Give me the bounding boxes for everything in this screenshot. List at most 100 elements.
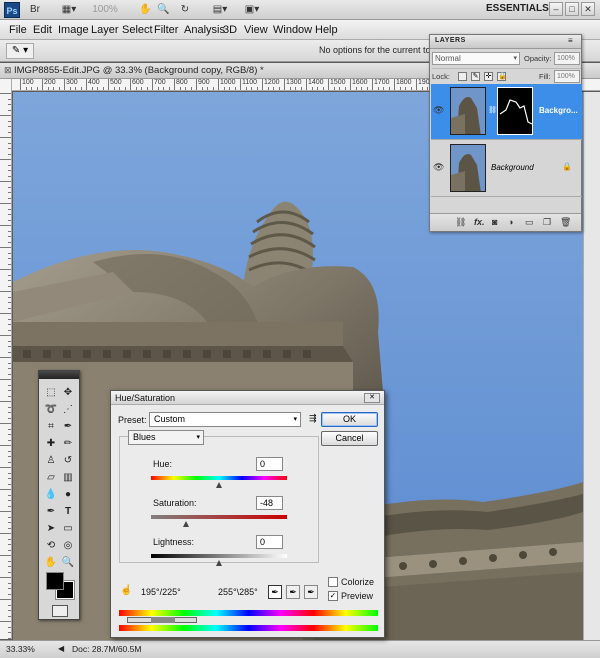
fx-icon[interactable]: fx.: [474, 217, 485, 227]
lightness-field[interactable]: 0: [256, 535, 283, 549]
foreground-color-swatch[interactable]: [46, 572, 64, 590]
new-layer-icon[interactable]: ❐: [543, 217, 551, 228]
menu-select[interactable]: Select: [122, 24, 153, 36]
quick-mask-icon[interactable]: [52, 605, 68, 617]
colorize-checkbox[interactable]: [328, 577, 338, 587]
menu-image[interactable]: Image: [58, 24, 89, 36]
add-mask-icon[interactable]: ◙: [492, 217, 497, 227]
eyedropper-add-icon[interactable]: ✒: [286, 585, 300, 599]
vertical-scrollbar[interactable]: [583, 92, 600, 640]
zoom-tool-icon[interactable]: 🔍: [156, 2, 170, 18]
layer-name[interactable]: Background: [491, 163, 534, 172]
brush-tool-icon[interactable]: ✏: [60, 436, 76, 451]
maximize-button[interactable]: □: [565, 2, 579, 16]
gradient-tool-icon[interactable]: ▥: [60, 470, 76, 485]
opacity-field[interactable]: 100%: [554, 52, 580, 65]
layer-row-background-copy[interactable]: 👁 ⛓ Backgro...: [431, 84, 582, 140]
history-brush-tool-icon[interactable]: ↺: [60, 453, 76, 468]
cancel-button[interactable]: Cancel: [321, 431, 378, 446]
menu-edit[interactable]: Edit: [33, 24, 52, 36]
saturation-field[interactable]: -48: [256, 496, 283, 510]
screen-mode-icon[interactable]: ▣▾: [239, 2, 265, 18]
zoom-level-dropdown[interactable]: 100%: [88, 2, 122, 18]
vertical-ruler[interactable]: [0, 79, 12, 639]
link-layers-icon[interactable]: ⛓: [455, 217, 466, 228]
type-tool-icon[interactable]: T: [60, 504, 76, 519]
lasso-tool-icon[interactable]: ➰: [43, 402, 59, 417]
preset-select[interactable]: Custom ▾: [149, 412, 301, 427]
channel-select[interactable]: Blues ▾: [128, 430, 204, 445]
crop-tool-icon[interactable]: ⌗: [43, 419, 59, 434]
dodge-tool-icon[interactable]: ●: [60, 487, 76, 502]
dialog-close-icon[interactable]: ✕: [364, 393, 380, 403]
adjustment-layer-icon[interactable]: ◑: [508, 217, 513, 227]
workspace-switcher[interactable]: ESSENTIALS ▾: [486, 3, 557, 14]
menu-view[interactable]: View: [244, 24, 268, 36]
saturation-slider-thumb[interactable]: [183, 521, 189, 527]
lightness-slider-thumb[interactable]: [216, 560, 222, 566]
panel-menu-icon[interactable]: ≡: [568, 36, 573, 45]
tool-preset-picker[interactable]: ✎ ▾: [6, 43, 34, 59]
move-tool-icon[interactable]: ✥: [60, 385, 76, 400]
blend-mode-select[interactable]: Normal ▾: [432, 52, 520, 65]
healing-brush-tool-icon[interactable]: ✚: [43, 436, 59, 451]
shape-tool-icon[interactable]: ▭: [60, 521, 76, 536]
zoom-readout[interactable]: 33.33%: [6, 644, 35, 654]
visibility-eye-icon[interactable]: 👁: [433, 162, 445, 174]
menu-analysis[interactable]: Analysis: [184, 24, 225, 36]
hue-field[interactable]: 0: [256, 457, 283, 471]
arrange-documents-icon[interactable]: ▤▾: [207, 2, 233, 18]
ok-button[interactable]: OK: [321, 412, 378, 427]
layer-row-background[interactable]: 👁 Background 🔒: [431, 141, 582, 197]
lock-image-icon[interactable]: ✎: [471, 72, 480, 81]
menu-file[interactable]: File: [9, 24, 27, 36]
eyedropper-subtract-icon[interactable]: ✒: [304, 585, 318, 599]
close-tab-icon[interactable]: ⊠: [4, 65, 12, 76]
status-menu-icon[interactable]: ◀: [58, 644, 64, 653]
hand-tool-icon[interactable]: ✋: [43, 555, 59, 570]
lock-position-icon[interactable]: ✛: [484, 72, 493, 81]
bridge-icon[interactable]: Br: [27, 2, 43, 18]
rotate-view-icon[interactable]: ↻: [178, 2, 192, 18]
menu-3d[interactable]: 3D: [223, 24, 237, 36]
menu-filter[interactable]: Filter: [154, 24, 178, 36]
visibility-eye-icon[interactable]: 👁: [433, 105, 445, 117]
lightness-slider-track[interactable]: [151, 554, 287, 558]
eraser-tool-icon[interactable]: ▱: [43, 470, 59, 485]
eyedropper-icon[interactable]: ✒: [268, 585, 282, 599]
clone-stamp-tool-icon[interactable]: ♙: [43, 453, 59, 468]
path-selection-tool-icon[interactable]: ➤: [43, 521, 59, 536]
preview-checkbox[interactable]: ✓: [328, 591, 338, 601]
dialog-title-bar[interactable]: Hue/Saturation ✕: [111, 391, 384, 405]
fill-field[interactable]: 100%: [554, 70, 580, 83]
menu-window[interactable]: Window: [273, 24, 312, 36]
pen-tool-icon[interactable]: ✒: [43, 504, 59, 519]
eyedropper-tool-icon[interactable]: ✒: [60, 419, 76, 434]
blur-tool-icon[interactable]: 💧: [43, 487, 59, 502]
preset-options-icon[interactable]: ⇶: [309, 413, 317, 424]
menu-layer[interactable]: Layer: [91, 24, 119, 36]
layer-mask-thumbnail[interactable]: [497, 87, 533, 135]
close-button[interactable]: ✕: [581, 2, 595, 16]
3d-orbit-tool-icon[interactable]: ◎: [60, 538, 76, 553]
saturation-slider-track[interactable]: [151, 515, 287, 519]
tools-panel-grip[interactable]: [39, 371, 79, 379]
hue-slider-thumb[interactable]: [216, 482, 222, 488]
view-extras-icon[interactable]: ▦▾: [56, 2, 82, 18]
new-group-icon[interactable]: ▭: [525, 217, 534, 228]
lock-all-icon[interactable]: 🔒: [497, 72, 507, 81]
color-range-core[interactable]: [151, 617, 175, 623]
hand-tool-icon[interactable]: ✋: [138, 2, 152, 18]
quick-select-tool-icon[interactable]: ⋰: [60, 402, 76, 417]
marquee-tool-icon[interactable]: ⬚: [43, 385, 59, 400]
zoom-tool-icon[interactable]: 🔍: [60, 555, 76, 570]
trash-icon[interactable]: 🗑: [560, 217, 571, 228]
targeted-adjustment-icon[interactable]: ☝: [120, 585, 132, 596]
3d-rotate-tool-icon[interactable]: ⟲: [43, 538, 59, 553]
hue-slider-track[interactable]: [151, 476, 287, 480]
minimize-button[interactable]: –: [549, 2, 563, 16]
mask-link-icon[interactable]: ⛓: [488, 106, 497, 114]
menu-help[interactable]: Help: [315, 24, 338, 36]
layer-name[interactable]: Backgro...: [539, 106, 578, 115]
lock-transparency-icon[interactable]: [458, 72, 467, 81]
